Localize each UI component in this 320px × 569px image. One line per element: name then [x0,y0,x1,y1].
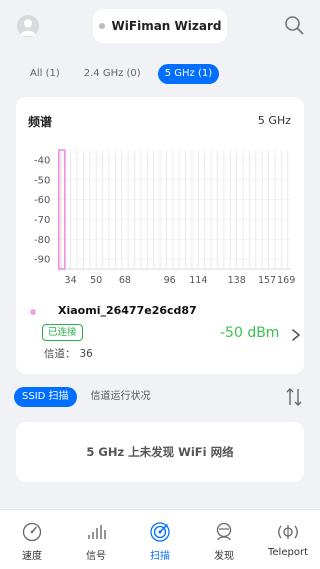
nav-speed[interactable]: 速度 [0,510,64,569]
nav-discover[interactable]: 发现 [192,510,256,569]
nav-discover-label: 发现 [214,551,234,562]
x-tick-label: 169 [277,275,295,286]
scan-tab-bar: SSID 扫描 信道运行状况 [14,387,165,407]
status-dot-icon [98,23,105,29]
y-tick-label: -40 [34,155,50,166]
x-tick-label: 114 [189,275,207,286]
nav-signal[interactable]: 信号 [64,510,128,569]
app-title: WiFiman Wizard [111,19,222,33]
app-header: WiFiman Wizard [0,0,320,52]
nav-scan-label: 扫描 [150,551,170,562]
network-color-dot [30,309,36,315]
connected-badge: 已连接 [42,324,83,341]
spectrum-band-label: 5 GHz [257,114,291,127]
x-tick-label: 138 [228,275,246,286]
y-tick-label: -80 [34,235,50,246]
nav-scan[interactable]: 扫描 [128,510,192,569]
spectrum-title: 频谱 [28,115,53,129]
y-tick-label: -50 [34,175,50,186]
search-icon[interactable] [283,14,305,36]
nav-speed-label: 速度 [22,551,42,562]
x-tick-label: 68 [119,275,131,286]
bottom-nav: 速度 信号 扫描 发现 Teleport [0,509,320,569]
signal-bars-icon [88,525,106,539]
nav-teleport[interactable]: Teleport [256,510,320,569]
band-filter-bar: All (1) 2.4 GHz (0) 5 GHz (1) [23,64,229,84]
y-tick-label: -70 [34,215,50,226]
speedometer-icon [22,522,42,542]
filter-2-4ghz[interactable]: 2.4 GHz (0) [77,64,148,84]
x-tick-label: 157 [258,275,276,286]
spectrum-chart: -40 -50 -60 -70 -80 -90 34 50 68 96 114 138 157 169 [34,149,295,286]
network-ssid: Xiaomi_26477e26cd87 [58,304,197,317]
teleport-icon [278,525,298,539]
channel-value: 36 [79,348,93,360]
spectrum-card: 频谱 5 GHz -40 -50 -60 -70 -80 -90 34 50 68 96 114 13… [16,97,304,374]
x-tick-label: 34 [65,275,77,286]
empty-message: 5 GHz 上未发现 WiFi 网络 [86,445,234,459]
y-tick-label: -60 [34,195,50,206]
nav-teleport-label: Teleport [268,547,308,558]
nav-signal-label: 信号 [86,551,106,562]
chevron-right-icon[interactable] [291,328,301,342]
wizard-title-pill[interactable]: WiFiman Wizard [93,9,227,43]
sort-icon[interactable] [285,386,303,408]
tab-channel-health[interactable]: 信道运行状况 [83,387,159,407]
empty-state-card: 5 GHz 上未发现 WiFi 网络 [16,422,304,482]
tab-ssid-scan[interactable]: SSID 扫描 [14,387,77,407]
network-row[interactable]: Xiaomi_26477e26cd87 已连接 信道： 36 -50 dBm [28,302,300,362]
discover-icon [216,522,232,541]
x-tick-label: 50 [90,275,102,286]
channel-label: 信道： [44,348,76,360]
network-channel: 信道： 36 [44,346,93,361]
y-tick-label: -90 [34,255,50,266]
network-signal: -50 dBm [220,325,280,341]
x-tick-label: 96 [164,275,176,286]
scan-radar-icon [150,522,170,542]
filter-5ghz[interactable]: 5 GHz (1) [157,64,220,84]
avatar-icon[interactable] [17,15,39,37]
filter-all[interactable]: All (1) [23,64,67,84]
